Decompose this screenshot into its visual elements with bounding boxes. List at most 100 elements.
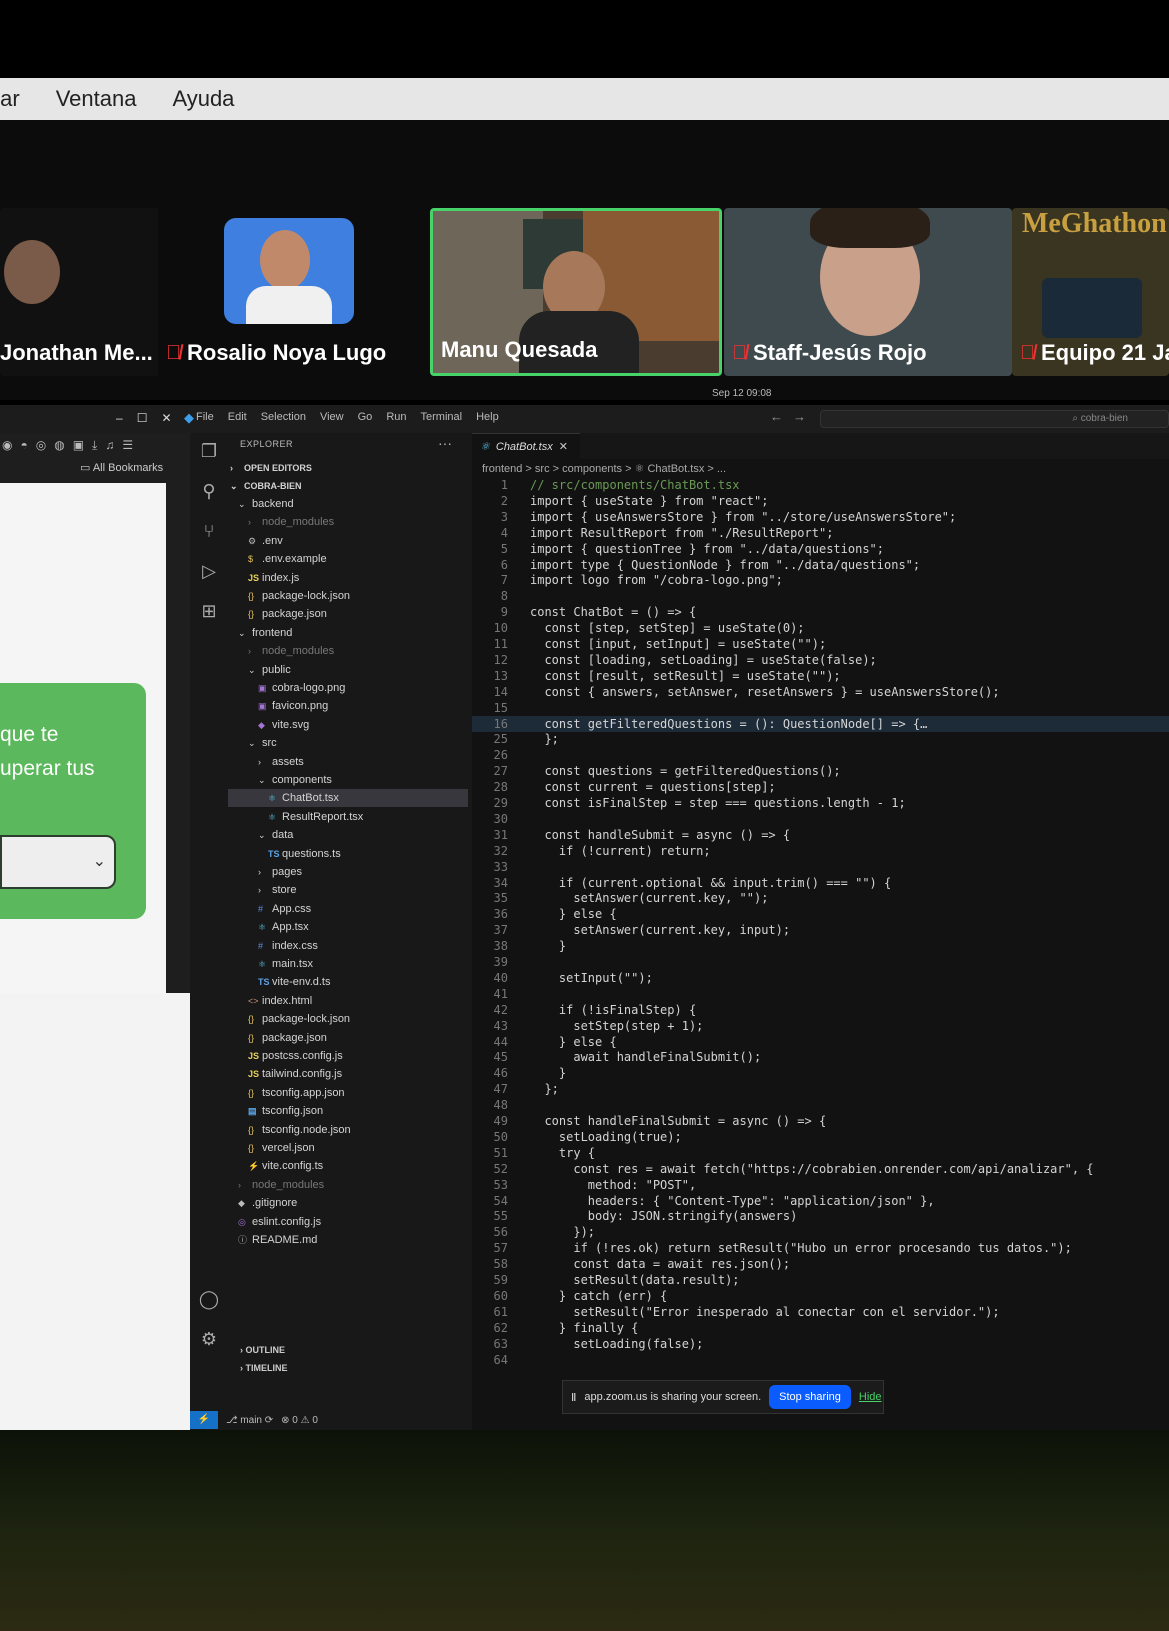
code-line[interactable]: 46 } [472,1065,1169,1081]
folder-item[interactable]: › node_modules [228,513,468,531]
folder-item[interactable]: › node_modules [228,1176,468,1194]
code-line[interactable]: 37 setAnswer(current.key, input); [472,922,1169,938]
file-item[interactable]: JS tailwind.config.js [228,1065,468,1083]
folder-item[interactable]: › node_modules [228,642,468,660]
code-line[interactable]: 2 import { useState } from "react"; [472,493,1169,509]
code-line[interactable]: 44 } else { [472,1034,1169,1050]
folder-item[interactable]: ⌄ src [228,734,468,752]
folder-item[interactable]: ⌄ components [228,771,468,789]
file-item[interactable]: {} package-lock.json [228,1010,468,1028]
code-line[interactable]: 6 import type { QuestionNode } from "../d… [472,557,1169,573]
hide-link[interactable]: Hide [859,1391,882,1403]
participant-tile[interactable]: 🎙̸ Rosalio Noya Lugo [158,208,428,376]
code-line[interactable]: 50 setLoading(true); [472,1129,1169,1145]
file-item[interactable]: {} package.json [228,1029,468,1047]
code-line[interactable]: 52 const res = await fetch("https://cobr… [472,1161,1169,1177]
answer-select[interactable]: ⌄ [0,835,116,889]
source-control-icon[interactable]: ⑂ [198,521,220,543]
code-line[interactable]: 10 const [step, setStep] = useState(0); [472,620,1169,636]
code-line[interactable]: 5 import { questionTree } from "../data/q… [472,541,1169,557]
file-item[interactable]: TS questions.ts [228,845,468,863]
folder-item[interactable]: ⌄ data [228,826,468,844]
folder-item[interactable]: ⌄ frontend [228,624,468,642]
folder-item[interactable]: ⌄ backend [228,495,468,513]
code-line[interactable]: 48 [472,1097,1169,1113]
minimize-button[interactable]: – [116,411,123,425]
code-line[interactable]: 35 setAnswer(current.key, ""); [472,890,1169,906]
file-item[interactable]: ⚛ main.tsx [228,955,468,973]
file-item[interactable]: {} tsconfig.app.json [228,1084,468,1102]
menu-view[interactable]: View [320,411,344,423]
file-item[interactable]: ▤ tsconfig.json [228,1102,468,1120]
code-line[interactable]: 31 const handleSubmit = async () => { [472,827,1169,843]
all-bookmarks[interactable]: ▭ All Bookmarks [80,461,163,474]
file-item[interactable]: $ .env.example [228,550,468,568]
file-item[interactable]: # App.css [228,900,468,918]
code-line[interactable]: 33 [472,859,1169,875]
code-line[interactable]: 53 method: "POST", [472,1177,1169,1193]
file-item[interactable]: JS postcss.config.js [228,1047,468,1065]
code-line[interactable]: 59 setResult(data.result); [472,1272,1169,1288]
code-line[interactable]: 14 const { answers, setAnswer, resetAnsw… [472,684,1169,700]
problems-indicator[interactable]: ⊗ 0 ⚠ 0 [281,1415,318,1426]
file-item[interactable]: ◎ eslint.config.js [228,1213,468,1231]
code-line[interactable]: 4 import ResultReport from "./ResultRepor… [472,525,1169,541]
code-line[interactable]: 39 [472,954,1169,970]
menu-selection[interactable]: Selection [261,411,306,423]
account-icon[interactable]: ◯ [198,1289,220,1311]
folder-item[interactable]: › store [228,881,468,899]
extensions-icon[interactable]: ⊞ [198,601,220,623]
code-line[interactable]: 42 if (!isFinalStep) { [472,1002,1169,1018]
menu-edit[interactable]: Edit [228,411,247,423]
menu-item-ayuda[interactable]: Ayuda [172,86,234,112]
code-line[interactable]: 47 }; [472,1081,1169,1097]
file-item[interactable]: ◆ .gitignore [228,1194,468,1212]
extension-icon[interactable]: ◓ [20,438,27,452]
code-line[interactable]: 45 await handleFinalSubmit(); [472,1049,1169,1065]
code-line[interactable]: 7 import logo from "/cobra-logo.png"; [472,572,1169,588]
close-button[interactable]: ✕ [161,411,171,425]
code-line[interactable]: 51 try { [472,1145,1169,1161]
code-line[interactable]: 29 const isFinalStep = step === question… [472,795,1169,811]
menu-item-editar[interactable]: tar [0,86,20,112]
folder-item[interactable]: › pages [228,863,468,881]
menu-go[interactable]: Go [358,411,373,423]
media-icon[interactable]: ♫ [105,438,114,452]
folder-item[interactable]: › assets [228,753,468,771]
code-line[interactable]: 8 [472,588,1169,604]
participant-tile[interactable]: 🎙̸ Staff-Jesús Rojo [724,208,1012,376]
file-item[interactable]: ▣ cobra-logo.png [228,679,468,697]
outline-section[interactable]: › OUTLINE [240,1345,285,1355]
settings-gear-icon[interactable]: ⚙ [198,1329,220,1351]
remote-indicator[interactable]: ⚡ [190,1411,218,1429]
participant-tile[interactable]: Jonathan Me... [0,208,160,376]
timeline-section[interactable]: › TIMELINE [240,1363,288,1373]
file-item[interactable]: ⚛ ResultReport.tsx [228,808,468,826]
code-line[interactable]: 3 import { useAnswersStore } from "../sto… [472,509,1169,525]
code-line[interactable]: 63 setLoading(false); [472,1336,1169,1352]
menu-help[interactable]: Help [476,411,499,423]
breadcrumb[interactable]: frontend > src > components > ⚛ ChatBot.… [482,459,726,479]
nav-arrows[interactable]: ←→ [770,409,816,424]
file-item[interactable]: {} package-lock.json [228,587,468,605]
code-line[interactable]: 34 if (current.optional && input.trim() … [472,875,1169,891]
code-line[interactable]: 27 const questions = getFilteredQuestion… [472,763,1169,779]
file-item[interactable]: ⚙ .env [228,532,468,550]
file-item[interactable]: {} package.json [228,605,468,623]
code-line[interactable]: 40 setInput(""); [472,970,1169,986]
run-debug-icon[interactable]: ▷ [198,561,220,583]
file-item[interactable]: ⚡ vite.config.ts [228,1157,468,1175]
code-line[interactable]: 62 } finally { [472,1320,1169,1336]
code-line[interactable]: 54 headers: { "Content-Type": "applicati… [472,1193,1169,1209]
file-item[interactable]: <> index.html [228,992,468,1010]
file-item[interactable]: JS index.js [228,569,468,587]
git-branch[interactable]: ⎇ main ⟳ [226,1415,273,1426]
code-line[interactable]: 16 const getFilteredQuestions = (): Ques… [472,715,1169,732]
extension-icon[interactable]: ◎ [36,438,46,452]
code-line[interactable]: 9 const ChatBot = () => { [472,604,1169,620]
extension-icon[interactable]: ◉ [2,438,12,452]
code-line[interactable]: 60 } catch (err) { [472,1288,1169,1304]
menu-terminal[interactable]: Terminal [421,411,463,423]
code-line[interactable]: 61 setResult("Error inesperado al conect… [472,1304,1169,1320]
code-line[interactable]: 36 } else { [472,906,1169,922]
